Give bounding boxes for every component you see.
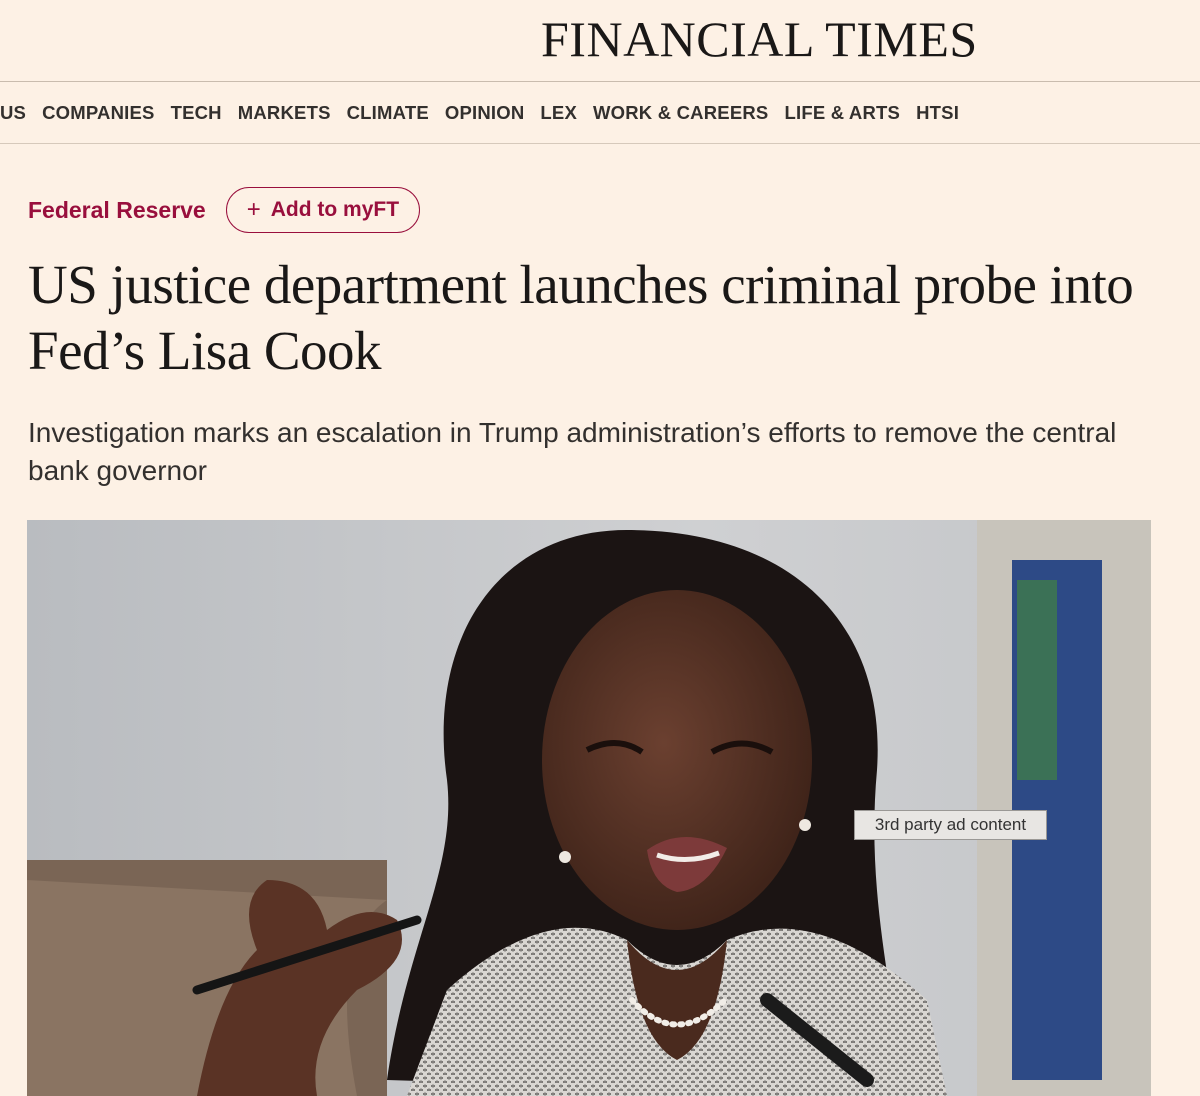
photo-illustration [27,520,1151,1096]
section-nav: US COMPANIES TECH MARKETS CLIMATE OPINIO… [0,82,1200,144]
site-logo[interactable]: FINANCIAL TIMES [541,10,978,68]
nav-item-companies[interactable]: COMPANIES [34,102,162,124]
nav-item-life-arts[interactable]: LIFE & ARTS [776,102,908,124]
nav-item-htsi[interactable]: HTSI [908,102,967,124]
article-headline: US justice department launches criminal … [28,254,1134,381]
article-main-photo [27,520,1151,1096]
add-to-myft-button[interactable]: + Add to myFT [225,187,421,233]
plus-icon: + [246,196,261,223]
nav-item-opinion[interactable]: OPINION [437,102,533,124]
masthead: FINANCIAL TIMES [0,0,1200,82]
topic-link[interactable]: Federal Reserve [28,197,206,224]
topic-row: Federal Reserve + Add to myFT [28,186,421,234]
nav-item-climate[interactable]: CLIMATE [339,102,437,124]
add-to-myft-label: Add to myFT [270,198,400,221]
nav-item-work-careers[interactable]: WORK & CAREERS [585,102,776,124]
nav-item-tech[interactable]: TECH [163,102,230,124]
nav-item-markets[interactable]: MARKETS [230,102,339,124]
nav-item-us[interactable]: US [0,102,34,124]
ad-content-label: 3rd party ad content [854,810,1047,840]
article-standfirst: Investigation marks an escalation in Tru… [28,417,1117,486]
nav-item-lex[interactable]: LEX [532,102,585,124]
